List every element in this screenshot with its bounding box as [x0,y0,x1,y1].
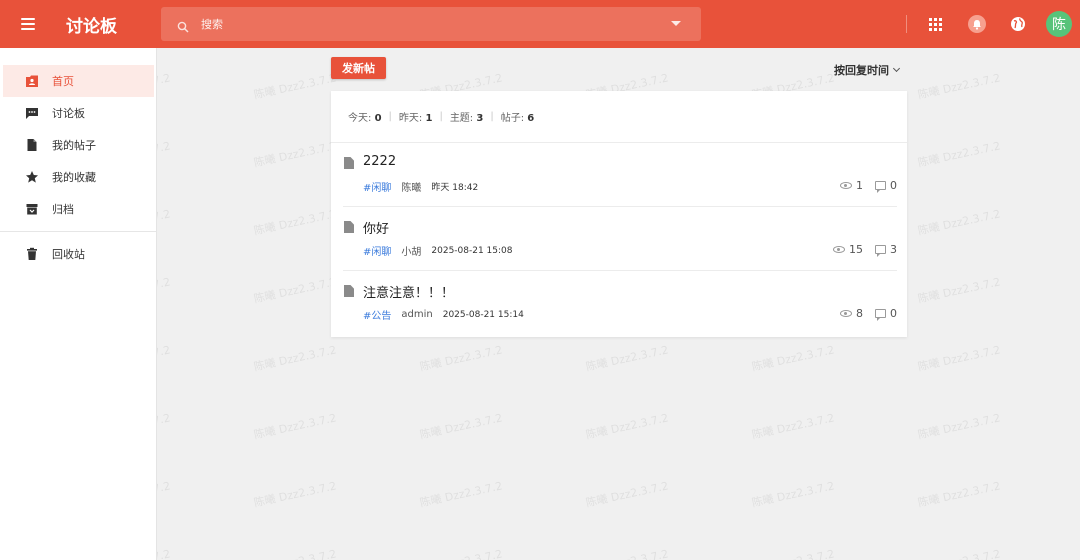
comment-icon [875,181,886,193]
post-list-card: 今天: 0 | 昨天: 1 | 主题: 3 | 帖子: 6 2222 #闲聊 陈… [331,91,907,337]
post-row[interactable]: 你好 #闲聊 小胡 2025-08-21 15:08 15 3 [343,207,897,271]
sidebar-item-label: 我的帖子 [52,139,96,152]
comment-icon [875,309,886,321]
archive-icon [25,202,39,216]
sidebar-item-archive[interactable]: 归档 [0,193,156,225]
post-time: 2025-08-21 15:08 [431,245,513,256]
post-author[interactable]: 陈曦 [401,179,421,194]
sort-label: 按回复时间 [834,64,889,77]
eye-icon [840,310,852,317]
forum-stats: 今天: 0 | 昨天: 1 | 主题: 3 | 帖子: 6 [331,91,907,143]
menu-icon[interactable] [14,10,42,38]
eye-icon [833,246,845,253]
sidebar-item-label: 讨论板 [52,107,85,120]
forum-icon [25,106,39,120]
view-count: 8 [856,307,863,320]
reply-count: 3 [890,243,897,256]
search-input[interactable] [201,17,641,31]
search-dropdown-icon[interactable] [671,21,681,26]
sidebar: 首页 讨论板 我的帖子 我的收藏 归档 回收站 [0,48,157,560]
stat-today: 今天: 0 [348,113,382,124]
view-count: 15 [849,243,863,256]
home-icon [25,74,39,88]
document-icon [25,138,39,152]
post-row[interactable]: 2222 #闲聊 陈曦 昨天 18:42 1 0 [343,143,897,207]
post-time: 昨天 18:42 [431,183,479,193]
comment-icon [875,245,886,257]
trash-icon [25,247,39,261]
app-title: 讨论板 [66,16,117,37]
view-count: 1 [856,179,863,192]
sidebar-item-label: 归档 [52,203,74,216]
main-content: 发新帖 按回复时间 今天: 0 | 昨天: 1 | 主题: 3 | 帖子: 6 … [157,48,1080,560]
sidebar-divider [0,231,156,232]
search-icon [177,18,189,33]
reply-count: 0 [890,179,897,192]
post-title[interactable]: 注意注意！！！ [363,282,454,301]
sidebar-item-trash[interactable]: 回收站 [0,238,156,270]
document-icon [344,285,354,297]
sidebar-item-label: 我的收藏 [52,171,96,184]
document-icon [344,221,354,233]
post-title[interactable]: 2222 [363,154,396,169]
stat-yesterday: 昨天: 1 [398,113,433,124]
post-tag[interactable]: #闲聊 [363,179,391,194]
post-tag[interactable]: #公告 [363,307,391,322]
post-time: 2025-08-21 15:14 [442,309,524,320]
header-divider [906,15,907,33]
post-author[interactable]: 小胡 [401,243,421,258]
document-icon [344,157,354,169]
user-avatar[interactable]: 陈 [1046,11,1072,37]
apps-grid-icon[interactable] [929,17,942,31]
post-row[interactable]: 注意注意！！！ #公告 admin 2025-08-21 15:14 8 0 [343,271,897,335]
post-author[interactable]: admin [401,309,432,320]
sidebar-item-my-posts[interactable]: 我的帖子 [0,129,156,161]
sidebar-item-home[interactable]: 首页 [3,65,154,97]
top-app-bar: 讨论板 陈 [0,0,1080,48]
sidebar-item-label: 首页 [52,75,74,88]
chevron-down-icon [892,64,901,72]
sort-dropdown[interactable]: 按回复时间 [834,62,901,78]
star-icon [25,170,39,184]
eye-icon [840,182,852,189]
notification-bell-icon[interactable] [968,15,986,33]
search-bar[interactable] [161,7,701,41]
post-title[interactable]: 你好 [363,218,389,237]
reply-count: 0 [890,307,897,320]
stat-posts: 帖子: 6 [500,113,535,124]
globe-icon[interactable] [1010,16,1026,32]
stat-topics: 主题: 3 [449,113,484,124]
sidebar-item-favorites[interactable]: 我的收藏 [0,161,156,193]
post-tag[interactable]: #闲聊 [363,243,391,258]
sidebar-item-label: 回收站 [52,248,85,261]
sidebar-item-forum[interactable]: 讨论板 [0,97,156,129]
new-post-button[interactable]: 发新帖 [331,57,386,79]
